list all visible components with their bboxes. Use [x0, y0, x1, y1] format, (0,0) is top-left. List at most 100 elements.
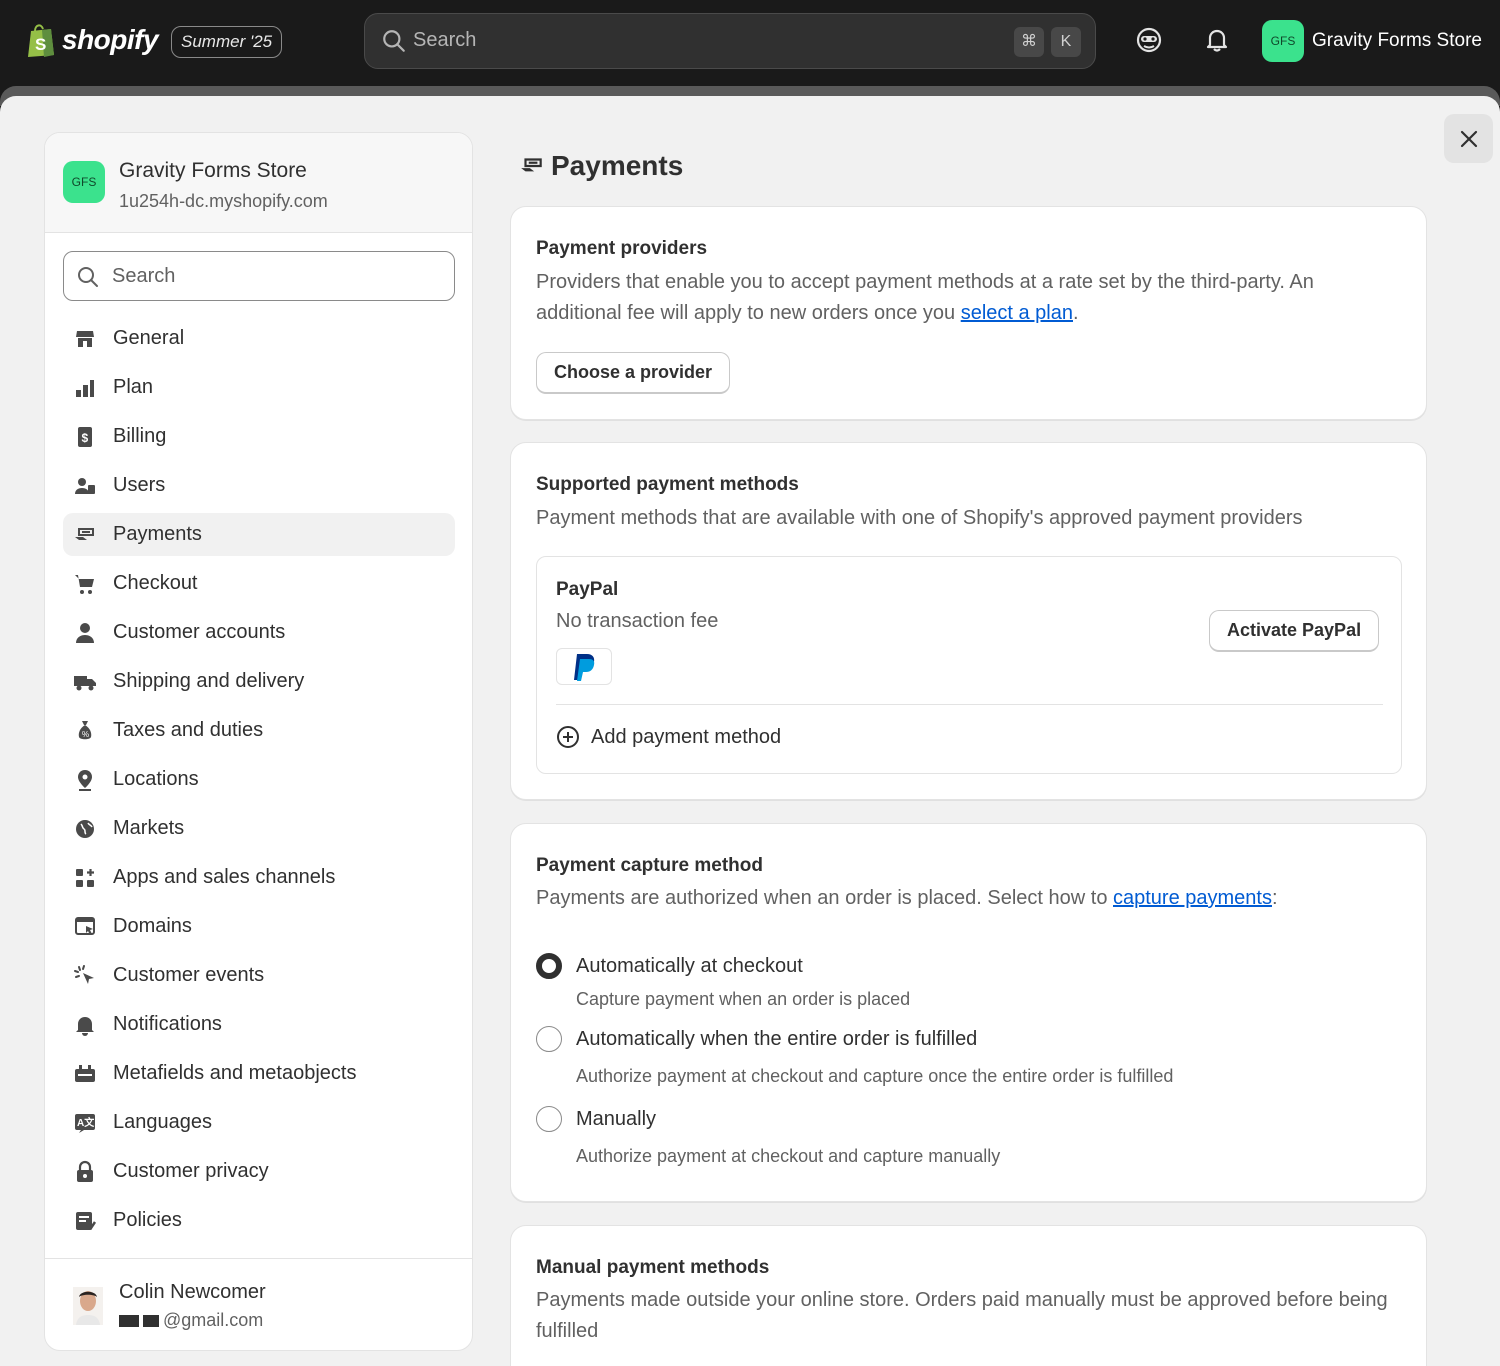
search-icon — [78, 267, 98, 287]
sidebar-item-customer-privacy[interactable]: Customer privacy — [63, 1150, 455, 1193]
lock-icon — [73, 1160, 97, 1184]
bell-icon — [73, 1013, 97, 1037]
sidebar-item-payments[interactable]: Payments — [63, 513, 455, 556]
capture-payments-link[interactable]: capture payments — [1113, 887, 1272, 909]
capture-option-manual[interactable]: Manually — [536, 1106, 656, 1132]
sidebar-item-label: Taxes and duties — [113, 719, 264, 741]
sidebar-item-languages[interactable]: A文 Languages — [63, 1101, 455, 1144]
choose-provider-button[interactable]: Choose a provider — [536, 352, 731, 394]
sidebar-item-markets[interactable]: Markets — [63, 807, 455, 850]
paypal-fee: No transaction fee — [556, 610, 719, 632]
shortcut-k-key: K — [1051, 27, 1081, 57]
sidebar-item-billing[interactable]: $ Billing — [63, 415, 455, 458]
capture-desc-text: Payments are authorized when an order is… — [536, 887, 1113, 909]
sidebar-item-users[interactable]: Users — [63, 464, 455, 507]
bell-icon[interactable] — [1202, 25, 1232, 55]
payment-capture-card: Payment capture method Payments are auth… — [510, 823, 1427, 1202]
global-search[interactable]: Search ⌘ K — [364, 13, 1096, 69]
plus-circle-icon — [557, 726, 579, 748]
select-plan-link[interactable]: select a plan — [961, 302, 1073, 324]
billing-icon: $ — [73, 425, 97, 449]
close-button[interactable] — [1444, 114, 1493, 163]
sidebar-item-locations[interactable]: Locations — [63, 758, 455, 801]
sidebar-item-domains[interactable]: Domains — [63, 905, 455, 948]
add-payment-method-button[interactable]: Add payment method — [556, 725, 781, 749]
svg-text:A文: A文 — [77, 1116, 95, 1129]
payment-providers-card: Payment providers Providers that enable … — [510, 206, 1427, 420]
settings-nav: General Plan $ Billing Users Payments Ch… — [63, 317, 455, 1248]
paypal-logo-icon — [556, 648, 612, 685]
store-name[interactable]: Gravity Forms Store — [1312, 30, 1482, 52]
page-title-text: Payments — [551, 150, 684, 181]
user-email-suffix: @gmail.com — [163, 1310, 264, 1330]
sidebar-item-label: Metafields and metaobjects — [113, 1062, 357, 1084]
users-icon — [73, 474, 97, 498]
capture-option-help: Authorize payment at checkout and captur… — [576, 1066, 1174, 1086]
shopify-logo[interactable]: S shopify — [26, 22, 159, 58]
capture-option-auto-checkout[interactable]: Automatically at checkout — [536, 953, 803, 979]
manual-methods-heading: Manual payment methods — [536, 1257, 770, 1278]
sidebar-item-label: Plan — [113, 376, 154, 398]
apps-icon — [73, 866, 97, 890]
sidebar-item-label: Checkout — [113, 572, 198, 594]
sidebar-item-label: Locations — [113, 768, 199, 790]
user-name: Colin Newcomer — [119, 1281, 266, 1303]
sidebar-item-plan[interactable]: Plan — [63, 366, 455, 409]
capture-option-help: Authorize payment at checkout and captur… — [576, 1146, 1001, 1166]
paypal-name: PayPal — [556, 579, 619, 600]
radio-button[interactable] — [536, 1026, 562, 1052]
store-icon — [73, 327, 97, 351]
activate-paypal-button[interactable]: Activate PayPal — [1209, 610, 1380, 652]
close-icon — [1460, 130, 1477, 147]
globe-icon — [73, 817, 97, 841]
sidebar-item-policies[interactable]: Policies — [63, 1199, 455, 1242]
payment-providers-description: Providers that enable you to accept paym… — [536, 267, 1396, 329]
radio-button-selected[interactable] — [536, 953, 562, 979]
sidebar-item-customer-accounts[interactable]: Customer accounts — [63, 611, 455, 654]
location-pin-icon — [73, 768, 97, 792]
capture-option-label: Manually — [576, 1107, 657, 1130]
sidebar-item-checkout[interactable]: Checkout — [63, 562, 455, 605]
sidebar-item-general[interactable]: General — [63, 317, 455, 360]
payment-providers-heading: Payment providers — [536, 238, 708, 259]
policy-icon — [73, 1209, 97, 1233]
supported-methods-description: Payment methods that are available with … — [536, 507, 1303, 529]
settings-search[interactable] — [63, 251, 455, 301]
edition-badge[interactable]: Summer '25 — [171, 26, 283, 58]
sidebar-item-label: Customer events — [113, 964, 265, 986]
sidebar-item-label: Policies — [113, 1209, 182, 1231]
plan-icon — [73, 376, 97, 400]
sidebar-item-label: Apps and sales channels — [113, 866, 336, 888]
tax-icon: % — [73, 719, 97, 743]
sidebar-item-customer-events[interactable]: Customer events — [63, 954, 455, 997]
sidebar-user[interactable]: Colin Newcomer @gmail.com — [45, 1258, 472, 1350]
svg-text:$: $ — [82, 431, 89, 445]
sidebar-item-label: Markets — [113, 817, 185, 839]
sidebar-item-label: Users — [113, 474, 166, 496]
sidebar-item-apps[interactable]: Apps and sales channels — [63, 856, 455, 899]
sidebar-item-label: Customer privacy — [113, 1160, 269, 1182]
top-bar: S shopify Summer '25 Search ⌘ K GFS Grav… — [0, 0, 1500, 84]
sidebar-item-shipping[interactable]: Shipping and delivery — [63, 660, 455, 703]
user-avatar — [73, 1287, 103, 1325]
sidebar-store-header[interactable]: GFS Gravity Forms Store 1u254h-dc.myshop… — [45, 133, 472, 233]
metafields-icon — [73, 1062, 97, 1086]
sidebar-item-notifications[interactable]: Notifications — [63, 1003, 455, 1046]
redacted-block — [143, 1315, 159, 1328]
sidebar-item-metafields[interactable]: Metafields and metaobjects — [63, 1052, 455, 1095]
settings-search-input[interactable] — [112, 262, 442, 290]
capture-option-auto-fulfilled[interactable]: Automatically when the entire order is f… — [536, 1026, 977, 1052]
radio-button[interactable] — [536, 1106, 562, 1132]
store-avatar[interactable]: GFS — [1262, 20, 1304, 62]
sidebar-item-label: Customer accounts — [113, 621, 286, 643]
sidekick-icon[interactable] — [1134, 25, 1164, 55]
payment-providers-desc-end: . — [1073, 302, 1079, 324]
redacted-block — [119, 1315, 139, 1328]
page-title: Payments — [519, 150, 683, 182]
manual-payment-methods-card: Manual payment methods Payments made out… — [510, 1225, 1427, 1366]
sidebar-item-taxes[interactable]: % Taxes and duties — [63, 709, 455, 752]
sidebar-item-label: Shipping and delivery — [113, 670, 305, 692]
global-search-placeholder: Search — [413, 29, 477, 51]
search-icon — [383, 30, 405, 52]
capture-heading: Payment capture method — [536, 855, 763, 876]
